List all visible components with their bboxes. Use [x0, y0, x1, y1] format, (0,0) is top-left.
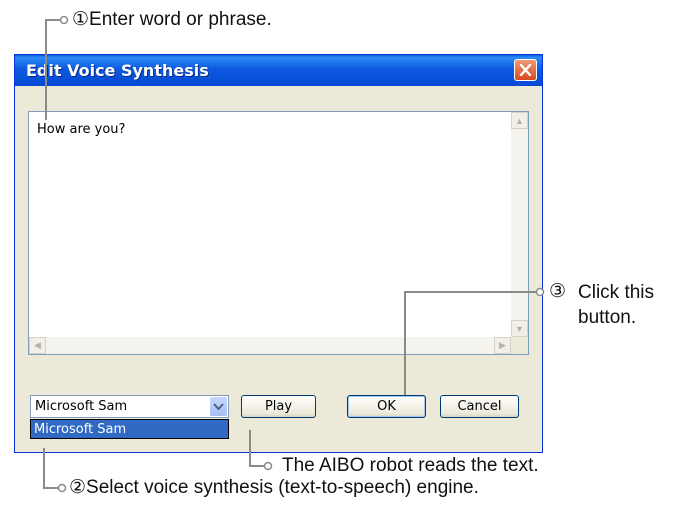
close-button[interactable] — [514, 59, 537, 81]
horizontal-scrollbar[interactable]: ◀ ▶ — [29, 337, 511, 354]
leader-step2 — [43, 448, 62, 489]
scroll-right-button[interactable]: ▶ — [494, 337, 511, 354]
close-icon — [519, 64, 532, 76]
title-bar[interactable]: Edit Voice Synthesis — [15, 55, 542, 86]
engine-select-value: Microsoft Sam — [35, 399, 128, 414]
engine-select[interactable]: Microsoft Sam — [30, 395, 229, 418]
chevron-right-icon: ▶ — [499, 340, 506, 350]
scroll-up-button[interactable]: ▲ — [511, 112, 528, 129]
callout-play-note: The AIBO robot reads the text. — [282, 455, 539, 476]
chevron-up-icon: ▲ — [515, 115, 524, 126]
callout-step3: Click this button. — [578, 282, 655, 328]
callout-step1: ①Enter word or phrase. — [72, 9, 272, 30]
phrase-textarea[interactable]: How are you? ▲ ▼ ◀ ▶ — [28, 111, 529, 355]
scrollbar-corner — [511, 337, 528, 354]
phrase-text: How are you? — [37, 122, 126, 137]
engine-option-list: Microsoft Sam — [30, 419, 229, 439]
play-button[interactable]: Play — [241, 395, 316, 418]
chevron-left-icon: ◀ — [34, 340, 41, 350]
edit-voice-synthesis-dialog: Edit Voice Synthesis How are you? ▲ ▼ ◀ … — [14, 54, 543, 453]
leader-dot-step2 — [57, 483, 67, 493]
chevron-down-icon — [213, 403, 224, 411]
callout-step2: ②Select voice synthesis (text-to-speech)… — [69, 477, 479, 498]
vertical-scrollbar[interactable]: ▲ ▼ — [511, 112, 528, 337]
scroll-down-button[interactable]: ▼ — [511, 320, 528, 337]
dialog-title: Edit Voice Synthesis — [26, 61, 209, 80]
cancel-button[interactable]: Cancel — [440, 395, 519, 418]
engine-option[interactable]: Microsoft Sam — [34, 422, 126, 437]
leader-dot-play — [263, 461, 273, 471]
scroll-left-button[interactable]: ◀ — [29, 337, 46, 354]
engine-dropdown-button[interactable] — [210, 397, 227, 416]
leader-dot-step1 — [59, 15, 69, 25]
callout-step3-number: ③ — [549, 281, 567, 302]
chevron-down-icon: ▼ — [515, 323, 524, 334]
ok-button[interactable]: OK — [347, 395, 426, 418]
